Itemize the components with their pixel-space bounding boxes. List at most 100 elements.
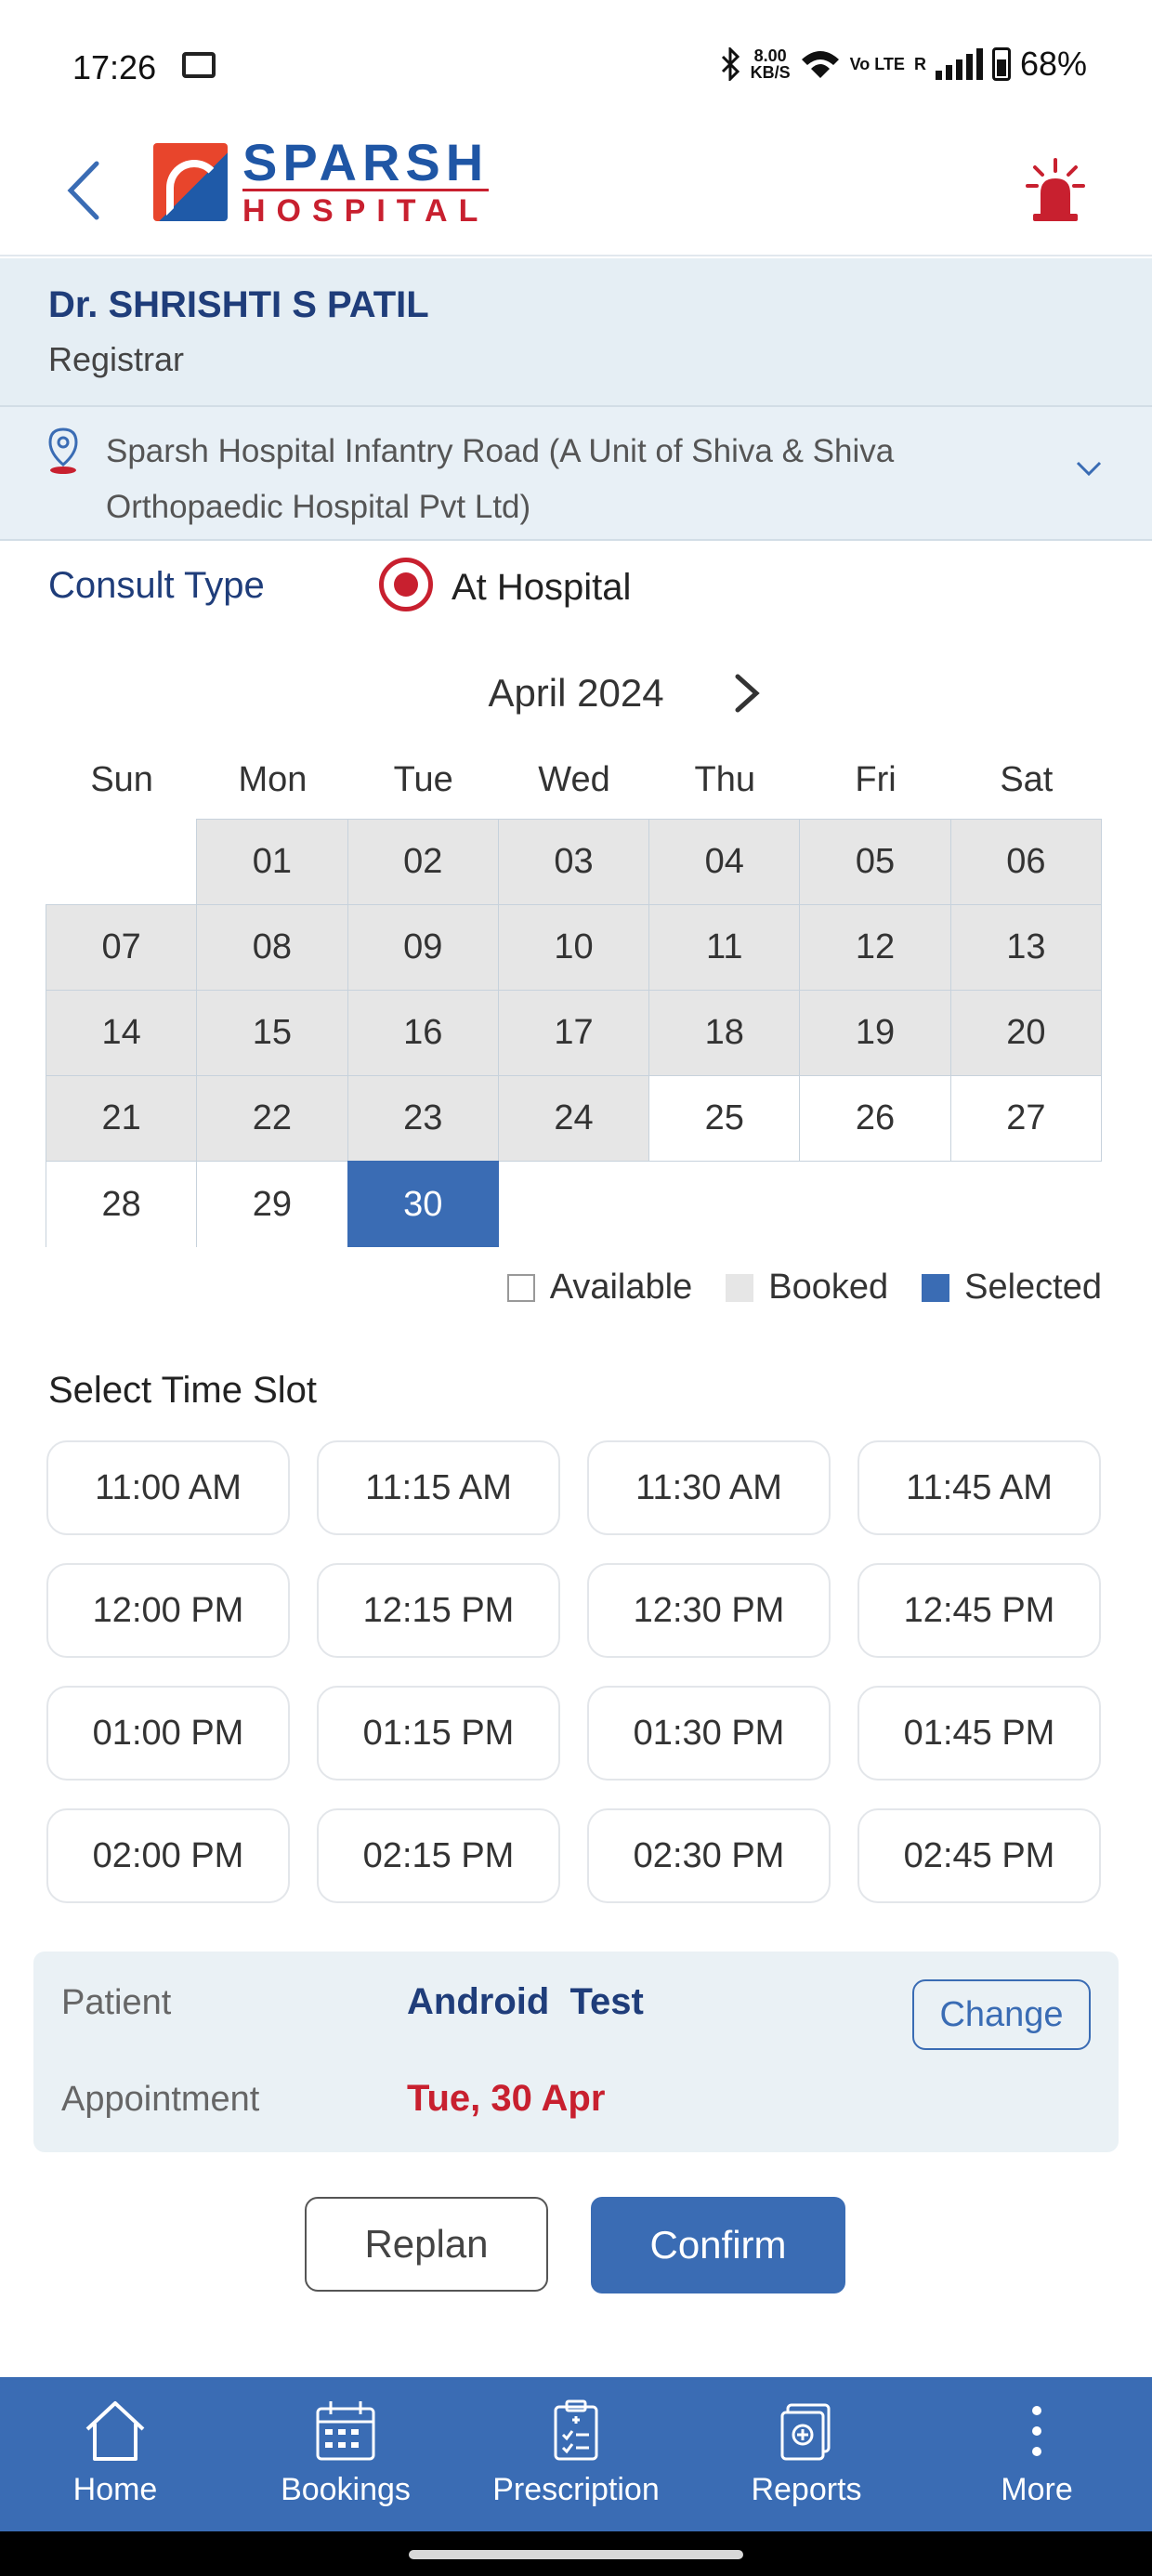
- back-icon[interactable]: [58, 158, 113, 223]
- calendar-day: 11: [648, 904, 801, 991]
- consult-type-label: Consult Type: [48, 565, 265, 606]
- calendar-day: 02: [347, 819, 499, 905]
- nav-prescription-label: Prescription: [492, 2472, 660, 2507]
- signal-icon: [935, 48, 983, 80]
- weekday-label: Sat: [1000, 760, 1054, 799]
- roaming-indicator: R: [913, 55, 926, 73]
- system-nav-bar: [0, 2531, 1152, 2576]
- logo-mark-icon: [153, 143, 228, 221]
- logo-text: SPARSH HOSPITAL: [242, 132, 490, 229]
- bottom-nav: Home Bookings Prescription Reports More: [0, 2377, 1152, 2531]
- time-slot[interactable]: 12:45 PM: [857, 1563, 1101, 1658]
- time-slot[interactable]: 11:45 AM: [857, 1440, 1101, 1535]
- time-slot[interactable]: 02:15 PM: [317, 1808, 560, 1903]
- calendar-day: 23: [347, 1075, 499, 1162]
- doctor-role: Registrar: [48, 340, 185, 378]
- nav-reports[interactable]: Reports: [691, 2377, 922, 2531]
- doctor-name: Dr. SHRISHTI S PATIL: [48, 284, 429, 325]
- net-speed-unit: KB/S: [750, 63, 791, 82]
- nav-more[interactable]: More: [922, 2377, 1152, 2531]
- calendar-day: 21: [46, 1075, 198, 1162]
- nav-bookings[interactable]: Bookings: [230, 2377, 461, 2531]
- calendar-day: 20: [949, 990, 1102, 1076]
- time-slot[interactable]: 12:30 PM: [587, 1563, 831, 1658]
- calendar-day: 09: [347, 904, 499, 991]
- battery-percent: 68%: [1019, 45, 1087, 83]
- notification-icon: [182, 52, 216, 78]
- reports-icon: [780, 2403, 831, 2461]
- appointment-label: Appointment: [61, 2080, 260, 2119]
- app-header: SPARSH HOSPITAL: [0, 130, 1152, 256]
- nav-prescription[interactable]: Prescription: [461, 2377, 691, 2531]
- patient-name: Android Test: [407, 1981, 644, 2022]
- calendar-grid: 01 02 03 04 05 06 07 08 09 10 11 12 13 14 15 16 17 18 19 20…: [46, 819, 1102, 1247]
- calendar-day: 10: [497, 904, 650, 991]
- legend-available-label: Available: [549, 1268, 693, 1307]
- calendar-day[interactable]: 29: [196, 1161, 348, 1247]
- hospital-logo: SPARSH HOSPITAL: [153, 132, 490, 229]
- weekday-label: Mon: [238, 760, 308, 799]
- calendar-day: 24: [497, 1075, 650, 1162]
- patient-label: Patient: [61, 1983, 172, 2022]
- calendar-day: 03: [497, 819, 650, 905]
- legend-booked: Booked: [726, 1268, 888, 1308]
- time-slot[interactable]: 02:00 PM: [46, 1808, 290, 1903]
- confirm-button[interactable]: Confirm: [591, 2197, 845, 2293]
- battery-icon: [991, 47, 1011, 81]
- nav-home-label: Home: [72, 2472, 158, 2507]
- calendar-month: April 2024: [488, 671, 664, 715]
- calendar-day: 16: [347, 990, 499, 1076]
- nav-reports-label: Reports: [751, 2472, 862, 2507]
- time-slot[interactable]: 12:15 PM: [317, 1563, 560, 1658]
- time-slot[interactable]: 02:45 PM: [857, 1808, 1101, 1903]
- time-slot[interactable]: 11:15 AM: [317, 1440, 560, 1535]
- nav-home[interactable]: Home: [0, 2377, 230, 2531]
- at-hospital-label[interactable]: At Hospital: [452, 567, 631, 609]
- time-slot[interactable]: 01:30 PM: [587, 1686, 831, 1781]
- calendar-day[interactable]: 25: [648, 1075, 801, 1162]
- wifi-icon: [801, 51, 839, 78]
- calendar-day: 06: [949, 819, 1102, 905]
- calendar-day[interactable]: 27: [949, 1075, 1102, 1162]
- calendar-day[interactable]: 28: [46, 1161, 198, 1247]
- more-vertical-icon: [1032, 2406, 1041, 2456]
- change-patient-button[interactable]: Change: [912, 1979, 1091, 2050]
- calendar-day: 19: [799, 990, 951, 1076]
- net-speed-value: 8.00: [753, 46, 787, 65]
- calendar-day[interactable]: 26: [799, 1075, 951, 1162]
- nav-more-label: More: [1001, 2472, 1073, 2507]
- weekday-label: Sun: [90, 760, 153, 799]
- legend-booked-label: Booked: [768, 1268, 889, 1307]
- logo-line1: SPARSH: [242, 132, 490, 191]
- time-slot[interactable]: 01:15 PM: [317, 1686, 560, 1781]
- home-icon: [85, 2401, 145, 2461]
- at-hospital-radio[interactable]: [379, 558, 433, 611]
- home-gesture-bar[interactable]: [409, 2550, 743, 2559]
- calendar-weekdays: Sun Mon Tue Wed Thu Fri Sat: [46, 760, 1102, 800]
- replan-button[interactable]: Replan: [305, 2197, 548, 2292]
- calendar-icon: [316, 2401, 375, 2461]
- time-slot[interactable]: 12:00 PM: [46, 1563, 290, 1658]
- booking-summary: Patient Android Test Change Appointment …: [33, 1952, 1119, 2152]
- prescription-icon: [554, 2399, 598, 2461]
- calendar-day: 04: [648, 819, 801, 905]
- time-slot[interactable]: 02:30 PM: [587, 1808, 831, 1903]
- calendar-day: 12: [799, 904, 951, 991]
- weekday-label: Thu: [694, 760, 756, 799]
- calendar-day: 15: [196, 990, 348, 1076]
- nav-bookings-label: Bookings: [281, 2472, 411, 2507]
- legend-selected: Selected: [922, 1268, 1102, 1308]
- weekday-label: Fri: [855, 760, 897, 799]
- bluetooth-icon: [721, 47, 740, 81]
- time-slot[interactable]: 11:00 AM: [46, 1440, 290, 1535]
- time-slot[interactable]: 11:30 AM: [587, 1440, 831, 1535]
- calendar-day[interactable]: 30: [347, 1161, 499, 1247]
- emergency-alarm-icon[interactable]: [1026, 158, 1085, 223]
- time-slot[interactable]: 01:45 PM: [857, 1686, 1101, 1781]
- location-selector[interactable]: Sparsh Hospital Infantry Road (A Unit of…: [0, 405, 1152, 541]
- chevron-down-icon[interactable]: [1074, 453, 1104, 483]
- calendar-day: 22: [196, 1075, 348, 1162]
- calendar-day: 13: [949, 904, 1102, 991]
- time-slot[interactable]: 01:00 PM: [46, 1686, 290, 1781]
- next-month-icon[interactable]: [730, 671, 764, 716]
